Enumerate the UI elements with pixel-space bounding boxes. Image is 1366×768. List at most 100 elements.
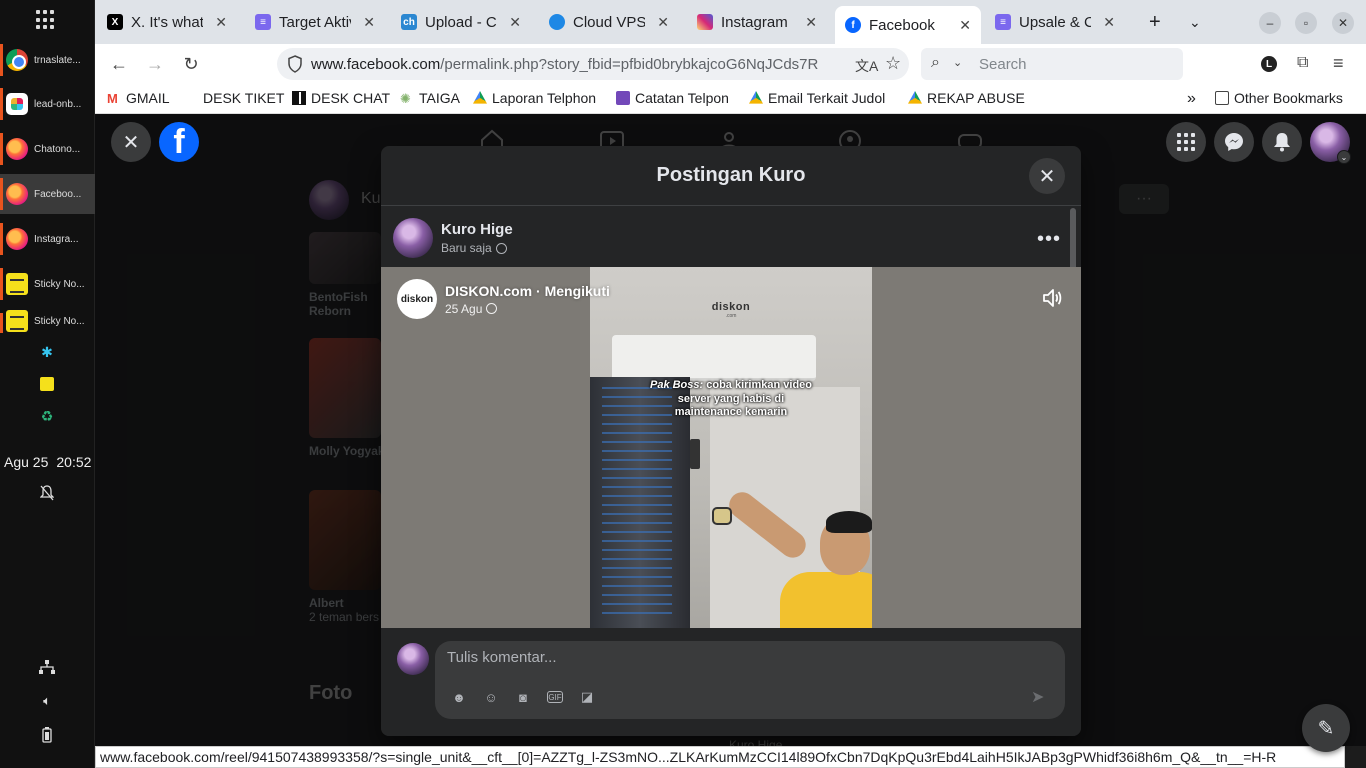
recycle-icon[interactable]: ♻ bbox=[38, 407, 56, 425]
tab-instagram[interactable]: Instagram ✕ bbox=[687, 6, 827, 38]
close-viewer-button[interactable]: ✕ bbox=[111, 122, 151, 162]
slack-tray-icon[interactable]: ✱ bbox=[38, 343, 56, 361]
bookmark-email-terkait-judol[interactable]: Email Terkait Judol bbox=[749, 90, 885, 106]
tab-target-aktivitas[interactable]: ≡ Target Aktivit ✕ bbox=[245, 6, 385, 38]
sticker-icon[interactable]: ◪ bbox=[579, 689, 595, 705]
maximize-button[interactable]: ▫ bbox=[1295, 12, 1317, 34]
back-button[interactable]: ← bbox=[107, 52, 131, 76]
dock-app-label: Faceboo... bbox=[34, 188, 82, 200]
send-icon[interactable]: ➤ bbox=[1031, 687, 1044, 707]
tab-label: Instagram bbox=[721, 13, 788, 31]
dock-app-sticky-notes[interactable]: Sticky No... bbox=[0, 264, 95, 304]
chevron-down-icon[interactable]: ⌄ bbox=[953, 56, 962, 69]
post-options-icon[interactable]: ••• bbox=[1037, 228, 1061, 251]
comment-composer: Tulis komentar... ☻ ☺ ◙ GIF ◪ ➤ bbox=[381, 628, 1081, 736]
dock-app-label: Instagra... bbox=[34, 233, 79, 245]
tab-label: Cloud VPS Mu bbox=[573, 13, 646, 31]
volume-icon[interactable]: 🔈︎ bbox=[38, 692, 56, 710]
facebook-logo-icon[interactable]: f bbox=[159, 122, 199, 162]
shared-page-name[interactable]: DISKON.com · Mengikuti bbox=[445, 283, 610, 299]
commenter-avatar[interactable] bbox=[397, 643, 429, 675]
shared-reel-video[interactable]: diskon .com Pak Boss: coba kirimkan vide… bbox=[381, 267, 1081, 628]
close-icon[interactable]: ✕ bbox=[1103, 14, 1115, 31]
close-icon[interactable]: ✕ bbox=[509, 14, 521, 31]
post-author-name[interactable]: Kuro Hige bbox=[441, 221, 513, 238]
messenger-button[interactable] bbox=[1214, 122, 1254, 162]
reload-button[interactable]: ↻ bbox=[179, 52, 203, 76]
shared-post-date[interactable]: 25 Agu bbox=[445, 302, 482, 316]
address-bar[interactable]: www.facebook.com/permalink.php?story_fbi… bbox=[277, 48, 909, 80]
profile-avatar[interactable]: L bbox=[1261, 56, 1277, 72]
video-caption-speaker: Pak Boss: bbox=[649, 379, 704, 391]
close-icon[interactable]: ✕ bbox=[657, 14, 669, 31]
author-avatar[interactable] bbox=[393, 218, 433, 258]
bookmark-laporan-telphon[interactable]: Laporan Telphon bbox=[473, 90, 596, 106]
app-grid-icon[interactable] bbox=[36, 10, 56, 30]
tab-upload-chevereto[interactable]: ch Upload - Chev ✕ bbox=[391, 6, 531, 38]
close-window-button[interactable]: ✕ bbox=[1332, 12, 1354, 34]
notifications-muted-icon[interactable] bbox=[38, 484, 56, 502]
tab-label: Upload - Chev bbox=[425, 13, 497, 31]
battery-icon[interactable] bbox=[38, 726, 56, 744]
close-icon[interactable]: ✕ bbox=[363, 14, 375, 31]
tab-x[interactable]: X X. It's what's h ✕ bbox=[97, 6, 237, 38]
account-chevron-icon[interactable]: ⌄ bbox=[1337, 150, 1351, 164]
sticky-notes-icon bbox=[6, 273, 28, 295]
close-icon[interactable]: ✕ bbox=[805, 14, 817, 31]
bookmark-star-icon[interactable]: ☆ bbox=[885, 53, 901, 74]
gif-icon[interactable]: GIF bbox=[547, 691, 563, 703]
bookmark-gmail[interactable]: M GMAIL bbox=[107, 90, 170, 106]
site-info-icon[interactable] bbox=[287, 55, 303, 77]
search-box[interactable]: ⌕ ⌄ Search bbox=[921, 48, 1183, 80]
translate-icon[interactable]: 文A bbox=[855, 56, 878, 76]
bookmark-rekap-abuse[interactable]: REKAP ABUSE bbox=[908, 90, 1025, 106]
dock-app-firefox-facebook[interactable]: Faceboo... bbox=[0, 174, 95, 214]
dock-app-label: Sticky No... bbox=[34, 315, 85, 327]
bookmark-catatan-telpon[interactable]: Catatan Telpon bbox=[616, 90, 729, 106]
clock[interactable]: Agu 25 20:52 bbox=[4, 454, 99, 470]
diskon-logo[interactable]: diskon bbox=[397, 279, 437, 319]
os-dock: trnaslate... lead-onb... Chatono... Face… bbox=[0, 0, 95, 768]
dialog-close-button[interactable]: ✕ bbox=[1029, 158, 1065, 194]
dock-app-firefox-chatonomy[interactable]: Chatono... bbox=[0, 129, 95, 169]
forward-button[interactable]: → bbox=[143, 52, 167, 76]
post-time[interactable]: Baru saja bbox=[441, 241, 492, 255]
globe-icon bbox=[495, 242, 507, 254]
firefox-icon bbox=[6, 183, 28, 205]
bookmark-desk-chat[interactable]: DESK CHAT bbox=[292, 90, 390, 106]
bookmark-taiga[interactable]: ✺ TAIGA bbox=[400, 90, 460, 106]
close-icon[interactable]: ✕ bbox=[215, 14, 227, 31]
bookmark-label: DESK TIKET bbox=[203, 90, 285, 106]
close-icon[interactable]: ✕ bbox=[959, 17, 971, 34]
camera-icon[interactable]: ◙ bbox=[515, 689, 531, 705]
bookmarks-overflow-icon[interactable]: » bbox=[1187, 90, 1196, 108]
comment-input[interactable]: Tulis komentar... ☻ ☺ ◙ GIF ◪ ➤ bbox=[435, 641, 1065, 719]
dock-app-sticky-notes-2[interactable]: Sticky No... bbox=[0, 309, 95, 333]
new-tab-button[interactable]: + bbox=[1139, 6, 1171, 38]
tab-facebook[interactable]: f Facebook ✕ bbox=[835, 6, 981, 44]
tab-search-chevron-icon[interactable]: ⌄ bbox=[1179, 6, 1211, 38]
chrome-icon bbox=[6, 49, 28, 71]
tab-label: X. It's what's h bbox=[131, 13, 204, 31]
new-message-button[interactable]: ✎ bbox=[1302, 704, 1350, 752]
cloud-icon bbox=[549, 14, 565, 30]
avatar-sticker-icon[interactable]: ☻ bbox=[451, 689, 467, 705]
dock-app-chrome[interactable]: trnaslate... bbox=[0, 40, 95, 80]
minimize-button[interactable]: – bbox=[1259, 12, 1281, 34]
emoji-icon[interactable]: ☺ bbox=[483, 689, 499, 705]
menu-grid-button[interactable] bbox=[1166, 122, 1206, 162]
notifications-button[interactable] bbox=[1262, 122, 1302, 162]
tab-upsale[interactable]: ≡ Upsale & Cros ✕ bbox=[985, 6, 1125, 38]
extensions-icon[interactable]: ⧉ bbox=[1297, 54, 1308, 72]
other-bookmarks[interactable]: Other Bookmarks bbox=[1215, 90, 1343, 106]
link-status-bar: www.facebook.com/reel/941507438993358/?s… bbox=[95, 746, 1345, 768]
tab-cloud-vps[interactable]: Cloud VPS Mu ✕ bbox=[539, 6, 679, 38]
sticky-tray-icon[interactable] bbox=[38, 375, 56, 393]
menu-icon[interactable]: ≡ bbox=[1333, 53, 1344, 74]
speaker-icon[interactable] bbox=[1041, 287, 1063, 309]
dock-app-slack[interactable]: lead-onb... bbox=[0, 84, 95, 124]
network-icon[interactable] bbox=[38, 658, 56, 676]
dock-app-firefox-instagram[interactable]: Instagra... bbox=[0, 219, 95, 259]
air-conditioner bbox=[612, 335, 816, 381]
bookmark-desk-tiket[interactable]: DESK TIKET bbox=[203, 90, 284, 106]
